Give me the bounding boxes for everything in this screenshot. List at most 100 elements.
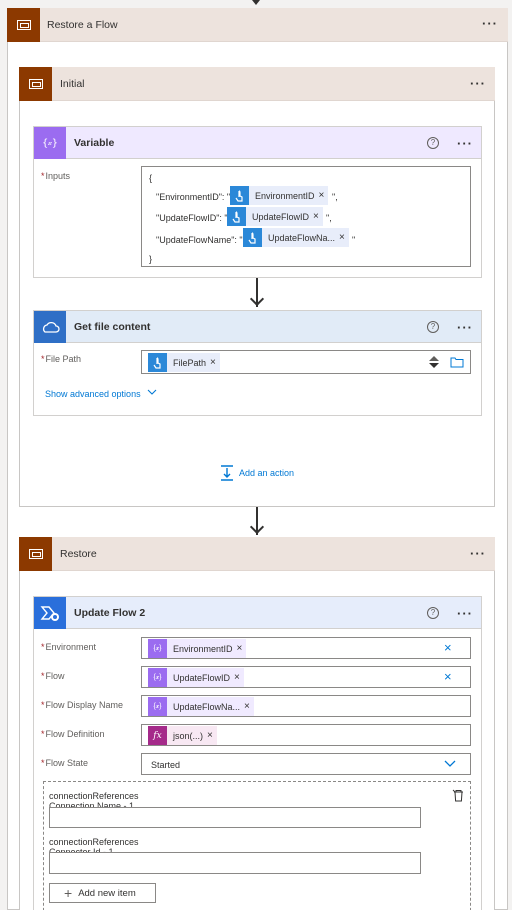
code-line2-end: ",	[326, 213, 332, 223]
variable-token-icon: {𝓍}	[148, 697, 167, 716]
token-label: UpdateFlowID	[173, 672, 231, 683]
connection-name-input[interactable]	[49, 807, 421, 828]
variable-card: {𝓍} Variable ? ··· *Inputs { "Environmen…	[33, 126, 482, 278]
show-advanced-options-link[interactable]: Show advanced options	[45, 389, 141, 399]
updateflowname-token[interactable]: UpdateFlowNa... ×	[243, 228, 349, 247]
update-flow-header[interactable]: Update Flow 2 ? ···	[34, 597, 481, 629]
flow-state-label: *Flow State	[41, 758, 89, 768]
update-flow-title: Update Flow 2	[74, 607, 146, 619]
flow-input[interactable]: {𝓍} UpdateFlowID × ×	[141, 666, 471, 688]
updateflowname-token[interactable]: {𝓍} UpdateFlowNa... ×	[148, 697, 254, 716]
token-close-icon[interactable]: ×	[207, 730, 217, 741]
folder-icon[interactable]	[450, 356, 464, 371]
code-open-brace: {	[149, 173, 153, 183]
connection-name-label: connectionReferences Connection Name - 1	[49, 791, 139, 807]
ellipsis-icon[interactable]: ···	[452, 321, 478, 334]
flow-state-dropdown[interactable]: Started	[141, 753, 471, 775]
variable-token-icon	[148, 353, 167, 372]
updateflowid-token[interactable]: UpdateFlowID ×	[227, 207, 323, 226]
flow-definition-input[interactable]: fx json(...) ×	[141, 724, 471, 746]
token-close-icon[interactable]: ×	[319, 190, 329, 201]
add-new-item-label: Add new item	[78, 887, 136, 899]
variable-token-icon: {𝓍}	[148, 639, 167, 658]
token-label: UpdateFlowID	[252, 211, 310, 222]
token-label: json(...)	[173, 730, 204, 741]
connector-tail-top	[252, 0, 260, 5]
ellipsis-icon[interactable]: ···	[452, 607, 478, 620]
token-close-icon[interactable]: ×	[210, 357, 220, 368]
scope-icon	[19, 67, 52, 101]
code-line1-key: "EnvironmentID": "	[156, 192, 231, 202]
get-file-content-header[interactable]: Get file content ? ···	[34, 311, 481, 343]
variable-token-icon	[230, 186, 249, 205]
environmentid-token[interactable]: {𝓍} EnvironmentID ×	[148, 639, 247, 658]
token-close-icon[interactable]: ×	[234, 672, 244, 683]
help-icon[interactable]: ?	[427, 321, 439, 333]
inputs-label: *Inputs	[41, 171, 71, 181]
environmentid-token[interactable]: EnvironmentID ×	[230, 186, 329, 205]
update-flow-card: Update Flow 2 ? ··· *Environment {𝓍} Env…	[33, 596, 482, 910]
token-close-icon[interactable]: ×	[244, 701, 254, 712]
filepath-token[interactable]: FilePath ×	[148, 353, 220, 372]
flow-state-value: Started	[151, 760, 181, 770]
chevron-down-icon[interactable]	[444, 760, 456, 771]
ellipsis-icon[interactable]: ···	[465, 547, 491, 560]
clear-icon[interactable]: ×	[444, 670, 452, 683]
token-label: EnvironmentID	[255, 190, 315, 201]
token-label: UpdateFlowNa...	[268, 232, 336, 243]
file-path-label: *File Path	[41, 354, 82, 364]
variable-token-icon	[227, 207, 246, 226]
outer-scope-title: Restore a Flow	[47, 19, 118, 31]
connection-references-array: connectionReferences Connection Name - 1…	[43, 781, 471, 910]
code-line3-end: "	[352, 235, 356, 245]
expression-icon: fx	[148, 726, 167, 745]
updateflowid-token[interactable]: {𝓍} UpdateFlowID ×	[148, 668, 244, 687]
token-close-icon[interactable]: ×	[339, 232, 349, 243]
delete-icon[interactable]	[452, 789, 465, 805]
add-new-item-button[interactable]: + Add new item	[49, 883, 156, 903]
token-close-icon[interactable]: ×	[313, 211, 323, 222]
initial-scope-title: Initial	[60, 78, 85, 90]
json-expression-token[interactable]: fx json(...) ×	[148, 726, 217, 745]
restore-scope-header[interactable]: Restore ···	[19, 537, 495, 571]
connector-id-input[interactable]	[49, 852, 421, 874]
variable-icon: {𝓍}	[34, 127, 66, 159]
initial-scope-header[interactable]: Initial ···	[19, 67, 495, 101]
variable-token-icon	[243, 228, 262, 247]
environment-label: *Environment	[41, 642, 97, 652]
ellipsis-icon[interactable]: ···	[477, 17, 503, 30]
connector-id-label: connectionReferences Connector Id - 1	[49, 837, 139, 853]
scope-icon	[19, 537, 52, 571]
variable-card-header[interactable]: {𝓍} Variable ? ···	[34, 127, 481, 159]
add-action-icon[interactable]	[219, 465, 235, 484]
token-label: EnvironmentID	[173, 643, 233, 654]
scope-icon	[7, 8, 40, 42]
flow-display-name-label: *Flow Display Name	[41, 700, 124, 710]
ellipsis-icon[interactable]: ···	[465, 77, 491, 90]
clear-icon[interactable]: ×	[444, 641, 452, 654]
inputs-editor[interactable]: { "EnvironmentID": " EnvironmentID × ", …	[141, 166, 471, 267]
sort-updown-icon[interactable]	[428, 354, 440, 370]
code-close-brace: }	[149, 254, 153, 264]
flow-display-name-input[interactable]: {𝓍} UpdateFlowNa... ×	[141, 695, 471, 717]
add-an-action-link[interactable]: Add an action	[239, 468, 294, 478]
ellipsis-icon[interactable]: ···	[452, 137, 478, 150]
onedrive-icon	[34, 311, 66, 343]
help-icon[interactable]: ?	[427, 607, 439, 619]
variable-card-title: Variable	[74, 137, 115, 149]
token-label: FilePath	[173, 357, 207, 368]
chevron-down-icon[interactable]	[147, 388, 157, 399]
help-icon[interactable]: ?	[427, 137, 439, 149]
plus-icon: +	[64, 885, 73, 901]
code-line2-key: "UpdateFlowID": "	[156, 213, 228, 223]
outer-scope-header[interactable]: Restore a Flow ···	[7, 8, 508, 42]
restore-scope-title: Restore	[60, 548, 97, 560]
environment-input[interactable]: {𝓍} EnvironmentID × ×	[141, 637, 471, 659]
file-path-input[interactable]: FilePath ×	[141, 350, 471, 374]
power-automate-management-icon	[34, 597, 66, 629]
flow-definition-label: *Flow Definition	[41, 729, 105, 739]
token-close-icon[interactable]: ×	[237, 643, 247, 654]
code-line3-key: "UpdateFlowName": "	[156, 235, 243, 245]
code-line1-end: ",	[332, 192, 338, 202]
get-file-content-title: Get file content	[74, 321, 151, 333]
